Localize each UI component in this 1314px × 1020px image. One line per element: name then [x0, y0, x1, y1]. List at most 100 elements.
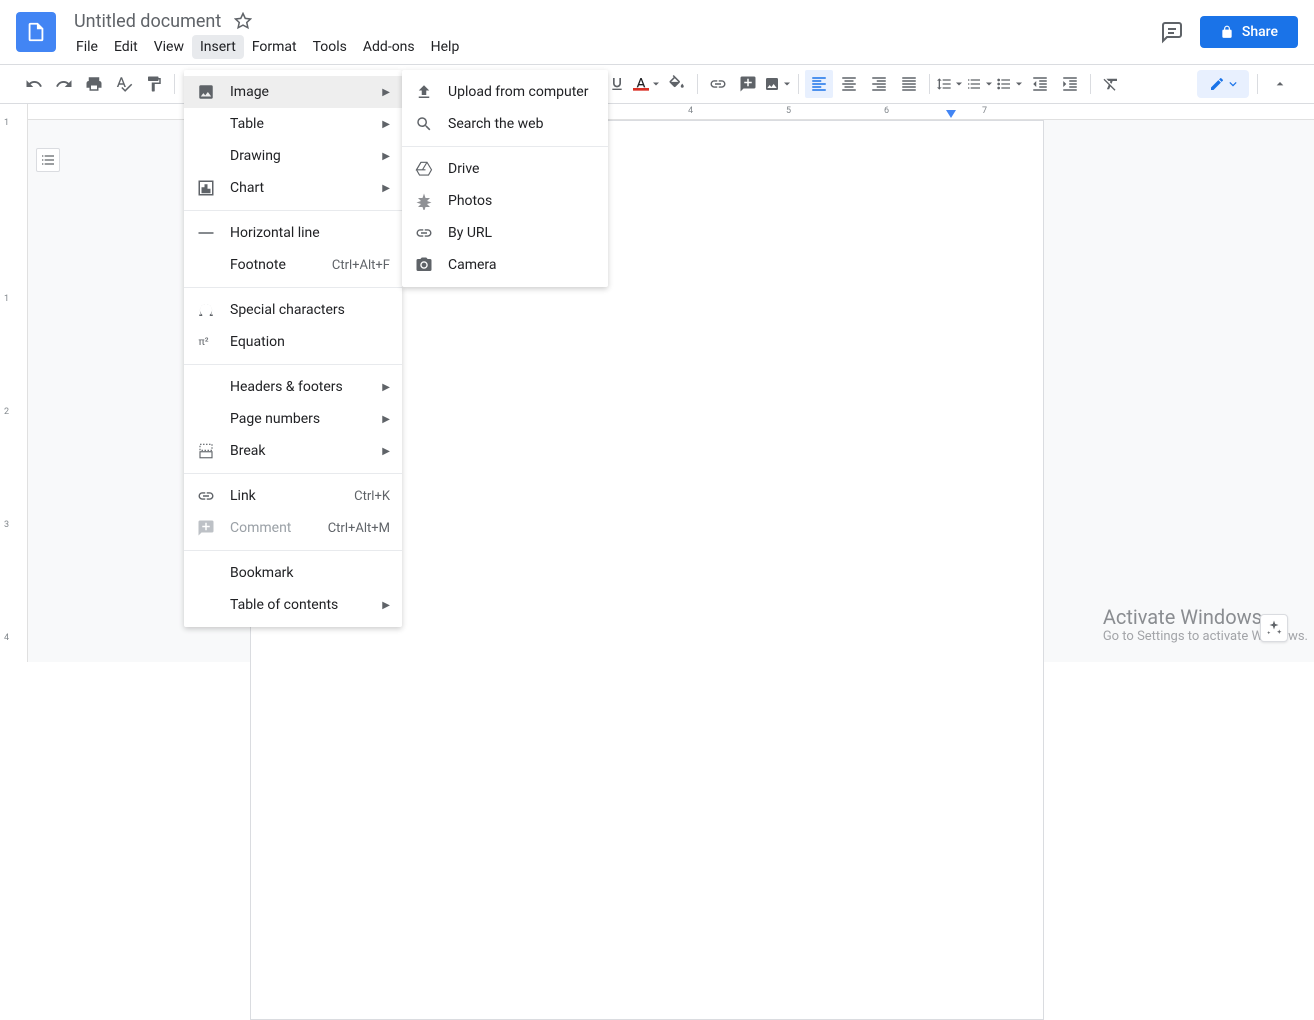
increase-indent-button[interactable]: [1056, 70, 1084, 98]
insert-link-button[interactable]: [704, 70, 732, 98]
print-button[interactable]: [80, 70, 108, 98]
image-submenu-dropdown: Upload from computer Search the web Drive P…: [402, 70, 608, 287]
insert-item-footnote[interactable]: FootnoteCtrl+Alt+F: [184, 249, 402, 281]
align-justify-button[interactable]: [895, 70, 923, 98]
menu-view[interactable]: View: [146, 35, 192, 59]
docs-logo[interactable]: [16, 12, 56, 52]
insert-item-link[interactable]: LinkCtrl+K: [184, 480, 402, 512]
clear-formatting-button[interactable]: [1097, 70, 1125, 98]
insert-item-table[interactable]: Table▶: [184, 108, 402, 140]
menu-item-label: Drive: [448, 161, 596, 177]
menu-item-label: Search the web: [448, 116, 596, 132]
menu-item-label: By URL: [448, 225, 596, 241]
photos-icon: [414, 191, 434, 211]
menu-format[interactable]: Format: [244, 35, 305, 59]
vertical-ruler: 11234: [0, 104, 28, 662]
submenu-arrow-icon: ▶: [382, 87, 390, 98]
editing-mode-button[interactable]: [1197, 70, 1249, 98]
insert-menu-dropdown: Image▶Table▶Drawing▶Chart▶Horizontal lin…: [184, 70, 402, 627]
image-item-drive[interactable]: Drive: [402, 153, 608, 185]
hruler-tick: 4: [688, 106, 693, 116]
menu-insert[interactable]: Insert: [192, 35, 244, 59]
insert-item-special-characters[interactable]: Special characters: [184, 294, 402, 326]
vruler-tick: 3: [4, 520, 9, 530]
menu-item-label: Break: [230, 443, 382, 459]
menu-item-label: Comment: [230, 520, 328, 536]
menu-bar: FileEditViewInsertFormatToolsAdd-onsHelp: [68, 34, 1160, 60]
submenu-arrow-icon: ▶: [382, 382, 390, 393]
submenu-arrow-icon: ▶: [382, 446, 390, 457]
text-color-button[interactable]: [633, 70, 661, 98]
document-outline-button[interactable]: [36, 148, 60, 172]
url-icon: [414, 223, 434, 243]
menu-add-ons[interactable]: Add-ons: [355, 35, 423, 59]
title-area: Untitled document FileEditViewInsertForm…: [68, 8, 1160, 60]
submenu-arrow-icon: ▶: [382, 414, 390, 425]
redo-button[interactable]: [50, 70, 78, 98]
share-label: Share: [1242, 24, 1278, 40]
menu-item-label: Page numbers: [230, 411, 382, 427]
explore-button[interactable]: [1260, 614, 1288, 642]
decrease-indent-button[interactable]: [1026, 70, 1054, 98]
insert-item-drawing[interactable]: Drawing▶: [184, 140, 402, 172]
spellcheck-button[interactable]: [110, 70, 138, 98]
menu-item-label: Table of contents: [230, 597, 382, 613]
align-center-button[interactable]: [835, 70, 863, 98]
image-item-photos[interactable]: Photos: [402, 185, 608, 217]
insert-item-page-numbers[interactable]: Page numbers▶: [184, 403, 402, 435]
ruler-marker[interactable]: [946, 110, 956, 118]
submenu-arrow-icon: ▶: [382, 183, 390, 194]
checklist-button[interactable]: [966, 70, 994, 98]
insert-image-button[interactable]: [764, 70, 792, 98]
menu-item-label: Equation: [230, 334, 390, 350]
menu-shortcut: Ctrl+Alt+F: [332, 258, 390, 273]
insert-item-comment[interactable]: CommentCtrl+Alt+M: [184, 512, 402, 544]
insert-item-equation[interactable]: π² Equation: [184, 326, 402, 358]
highlight-color-button[interactable]: [663, 70, 691, 98]
line-spacing-button[interactable]: [936, 70, 964, 98]
insert-item-horizontal-line[interactable]: Horizontal line: [184, 217, 402, 249]
align-right-button[interactable]: [865, 70, 893, 98]
insert-item-headers-footers[interactable]: Headers & footers▶: [184, 371, 402, 403]
insert-item-image[interactable]: Image▶: [184, 76, 402, 108]
align-left-button[interactable]: [805, 70, 833, 98]
insert-item-bookmark[interactable]: Bookmark: [184, 557, 402, 589]
menu-item-label: Drawing: [230, 148, 382, 164]
break-icon: [196, 441, 216, 461]
menu-item-label: Link: [230, 488, 354, 504]
star-button[interactable]: [231, 9, 255, 33]
menu-shortcut: Ctrl+Alt+M: [328, 521, 390, 536]
menu-item-label: Chart: [230, 180, 382, 196]
camera-icon: [414, 255, 434, 275]
menu-file[interactable]: File: [68, 35, 106, 59]
image-item-search-the-web[interactable]: Search the web: [402, 108, 608, 140]
menu-item-label: Headers & footers: [230, 379, 382, 395]
pi-icon: π²: [196, 332, 216, 352]
image-item-upload-from-computer[interactable]: Upload from computer: [402, 76, 608, 108]
menu-help[interactable]: Help: [423, 35, 468, 59]
paint-format-button[interactable]: [140, 70, 168, 98]
svg-text:π²: π²: [199, 335, 209, 348]
submenu-arrow-icon: ▶: [382, 600, 390, 611]
menu-shortcut: Ctrl+K: [354, 489, 390, 504]
insert-item-break[interactable]: Break▶: [184, 435, 402, 467]
hide-menus-button[interactable]: [1266, 70, 1294, 98]
search-icon: [414, 114, 434, 134]
share-button[interactable]: Share: [1200, 16, 1298, 48]
menu-tools[interactable]: Tools: [305, 35, 355, 59]
hruler-tick: 7: [982, 106, 987, 116]
insert-item-chart[interactable]: Chart▶: [184, 172, 402, 204]
image-item-camera[interactable]: Camera: [402, 249, 608, 281]
bulleted-list-button[interactable]: [996, 70, 1024, 98]
open-comments-icon[interactable]: [1160, 20, 1184, 44]
insert-item-table-of-contents[interactable]: Table of contents▶: [184, 589, 402, 621]
chevron-down-icon: [1229, 80, 1237, 88]
submenu-arrow-icon: ▶: [382, 151, 390, 162]
undo-button[interactable]: [20, 70, 48, 98]
image-icon: [196, 82, 216, 102]
menu-edit[interactable]: Edit: [106, 35, 146, 59]
insert-comment-button[interactable]: [734, 70, 762, 98]
document-title[interactable]: Untitled document: [68, 9, 227, 34]
image-item-by-url[interactable]: By URL: [402, 217, 608, 249]
vruler-tick: 4: [4, 633, 9, 643]
